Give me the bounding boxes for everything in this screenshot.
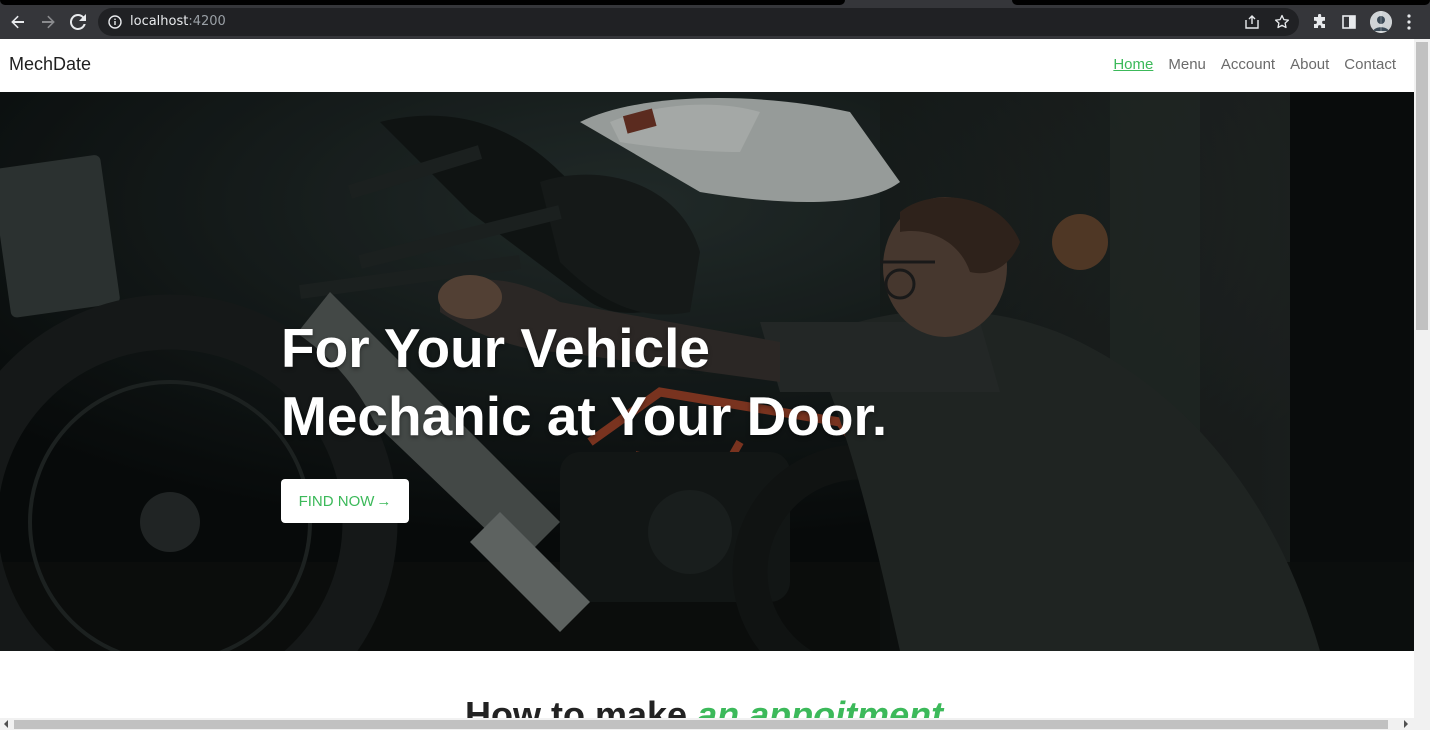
info-icon[interactable] [108, 15, 122, 29]
url-port: :4200 [188, 14, 226, 29]
find-now-button[interactable]: FIND NOW → [281, 479, 409, 523]
hero-title-line-1: For Your Vehicle [281, 317, 710, 379]
hero-section: For Your Vehicle Mechanic at Your Door. … [0, 92, 1414, 651]
back-arrow-icon[interactable] [6, 10, 30, 34]
nav-link-account[interactable]: Account [1221, 56, 1275, 73]
scroll-right-icon[interactable] [1404, 720, 1408, 728]
brand-logo[interactable]: MechDate [9, 54, 91, 75]
url-host: localhost [130, 14, 189, 29]
horizontal-scrollbar[interactable] [0, 718, 1430, 730]
nav-link-menu[interactable]: Menu [1168, 56, 1206, 73]
address-bar[interactable]: localhost:4200 [98, 8, 1299, 36]
nav-link-home[interactable]: Home [1113, 56, 1153, 73]
share-icon[interactable] [1243, 13, 1261, 31]
horizontal-scrollbar-thumb[interactable] [14, 720, 1388, 729]
hero-title-line-2: Mechanic at Your Door. [281, 385, 888, 447]
kebab-menu-icon[interactable] [1401, 11, 1417, 33]
puzzle-icon[interactable] [1309, 11, 1331, 33]
side-panel-icon[interactable] [1338, 11, 1360, 33]
vertical-scrollbar[interactable] [1414, 39, 1430, 718]
forward-arrow-icon[interactable] [36, 10, 60, 34]
appointment-heading-plain: How to make [465, 694, 698, 718]
reload-icon[interactable] [66, 10, 90, 34]
vertical-scrollbar-thumb[interactable] [1416, 42, 1428, 330]
find-now-label: FIND NOW [298, 492, 375, 510]
page-viewport: MechDate Home Menu Account About Contact [0, 39, 1414, 718]
avatar[interactable] [1370, 11, 1392, 33]
site-navbar: MechDate Home Menu Account About Contact [0, 39, 1414, 92]
browser-toolbar: localhost:4200 [0, 6, 1430, 39]
star-icon[interactable] [1273, 13, 1291, 31]
hero-title: For Your Vehicle Mechanic at Your Door. [281, 314, 887, 450]
appointment-heading-accent: an appoitment [697, 694, 944, 718]
browser-chrome: localhost:4200 [0, 0, 1430, 39]
nav-link-contact[interactable]: Contact [1344, 56, 1396, 73]
nav-links: Home Menu Account About Contact [1113, 56, 1396, 73]
tab-active[interactable] [0, 0, 845, 5]
appointment-heading: How to make an appoitment [465, 694, 943, 718]
tab-inactive[interactable] [1012, 0, 1430, 5]
url-text: localhost:4200 [130, 14, 226, 29]
arrow-right-icon: → [376, 492, 392, 510]
nav-link-about[interactable]: About [1290, 56, 1329, 73]
scroll-left-icon[interactable] [4, 720, 8, 728]
